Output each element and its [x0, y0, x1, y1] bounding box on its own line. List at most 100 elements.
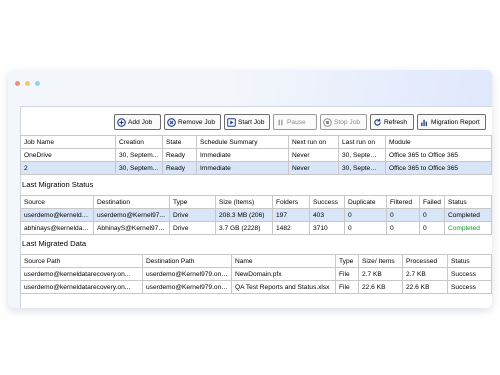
col-status[interactable]: Status — [444, 195, 492, 209]
remove-job-button[interactable]: Remove Job — [164, 114, 221, 130]
col-type[interactable]: Type — [169, 195, 216, 209]
migration-report-button[interactable]: Migration Report — [417, 114, 486, 130]
cell: Office 365 to Office 365 — [385, 148, 492, 162]
col-job-name[interactable]: Job Name — [20, 135, 116, 149]
add-job-label: Add Job — [128, 118, 153, 126]
cell: Never — [288, 148, 339, 162]
cell: 30, Septemb... — [338, 161, 386, 175]
cell: Office 365 to Office 365 — [385, 161, 492, 175]
col-state[interactable]: State — [162, 135, 197, 149]
cell: 197 — [272, 208, 310, 222]
col-creation[interactable]: Creation — [115, 135, 163, 149]
cell: Immediate — [196, 161, 289, 175]
col-duplicate[interactable]: Duplicate — [344, 195, 387, 209]
pause-icon — [276, 118, 285, 127]
cell: 0 — [344, 208, 387, 222]
jobs-header-row: Job Name Creation State Schedule Summary… — [20, 135, 492, 149]
data-header-row: Source Path Destination Path Name Type S… — [20, 254, 492, 268]
refresh-icon — [373, 118, 382, 127]
close-dot[interactable] — [15, 81, 20, 86]
cell: userdemo@Kernel979.onr... — [142, 280, 232, 294]
status-cell: Completed — [444, 208, 492, 222]
refresh-button[interactable]: Refresh — [370, 114, 414, 130]
cell: 22.6 KB — [402, 280, 448, 294]
cell: Ready — [162, 161, 197, 175]
table-row[interactable]: userdemo@kerneldatarecovery.on... userde… — [20, 267, 492, 281]
cell: 2.7 KB — [402, 267, 448, 281]
table-row[interactable]: 2 30, Septem... Ready Immediate Never 30… — [20, 161, 492, 175]
cell: 3710 — [309, 221, 345, 235]
stop-icon — [323, 117, 332, 127]
add-job-button[interactable]: Add Job — [114, 114, 161, 130]
cell: 30, Septem... — [115, 161, 163, 175]
cell: Never — [288, 161, 339, 175]
cell: AbhinayS@Kernel979... — [93, 221, 170, 235]
remove-job-label: Remove Job — [178, 118, 216, 126]
cell: Drive — [169, 208, 216, 222]
add-icon — [117, 117, 126, 127]
cell: 208.3 MB (206) — [215, 208, 273, 222]
cell: userdemo@kerneldatarecovery.on... — [20, 267, 143, 281]
col-name[interactable]: Name — [231, 254, 336, 268]
col-destination[interactable]: Destination — [93, 195, 170, 209]
col-source[interactable]: Source — [20, 195, 94, 209]
col-last-run[interactable]: Last run on — [338, 135, 386, 149]
maximize-dot[interactable] — [35, 81, 40, 86]
cell: Immediate — [196, 148, 289, 162]
cell: Ready — [162, 148, 197, 162]
last-migration-status-title: Last Migration Status — [22, 180, 94, 189]
cell: Success — [447, 280, 492, 294]
minimize-dot[interactable] — [25, 81, 30, 86]
col-status[interactable]: Status — [447, 254, 492, 268]
cell: NewDomain.pfx — [231, 267, 336, 281]
cell: 403 — [309, 208, 345, 222]
table-row[interactable]: userdemo@kerneldat... userdemo@Kernel97.… — [20, 208, 492, 222]
col-size-items[interactable]: Size/ Items — [358, 254, 403, 268]
migration-status-table: Source Destination Type Size (Items) Fol… — [20, 195, 492, 235]
cell: 0 — [386, 208, 420, 222]
app-window: Add Job Remove Job Start Job Pause Stop … — [8, 70, 492, 308]
cell: 30, Septemb... — [338, 148, 386, 162]
col-folders[interactable]: Folders — [272, 195, 310, 209]
table-row[interactable]: userdemo@kerneldatarecovery.on... userde… — [20, 280, 492, 294]
pause-label: Pause — [287, 118, 306, 126]
start-job-label: Start Job — [238, 118, 265, 126]
col-schedule-summary[interactable]: Schedule Summary — [196, 135, 289, 149]
col-size-items[interactable]: Size (Items) — [215, 195, 273, 209]
cell: QA Test Reports and Status.xlsx — [231, 280, 336, 294]
cell: Success — [447, 267, 492, 281]
cell: 22.6 KB — [358, 280, 403, 294]
cell: 0 — [344, 221, 387, 235]
cell: 2.7 KB — [358, 267, 403, 281]
refresh-label: Refresh — [384, 118, 408, 126]
cell: userdemo@kerneldatarecovery.on... — [20, 280, 143, 294]
table-row[interactable]: OneDrive 30, Septem... Ready Immediate N… — [20, 148, 492, 162]
stop-job-label: Stop Job — [334, 118, 361, 126]
col-processed[interactable]: Processed — [402, 254, 448, 268]
col-success[interactable]: Success — [309, 195, 345, 209]
migrated-data-table: Source Path Destination Path Name Type S… — [20, 254, 492, 294]
cell: File — [335, 267, 359, 281]
cell: 0 — [386, 221, 420, 235]
col-filtered[interactable]: Filtered — [386, 195, 420, 209]
cell: userdemo@Kernel97... — [93, 208, 170, 222]
col-module[interactable]: Module — [385, 135, 492, 149]
col-destination-path[interactable]: Destination Path — [142, 254, 232, 268]
start-job-button[interactable]: Start Job — [224, 114, 270, 130]
table-row[interactable]: abhinays@kerneldata... AbhinayS@Kernel97… — [20, 221, 492, 235]
stop-job-button[interactable]: Stop Job — [320, 114, 367, 130]
cell: Drive — [169, 221, 216, 235]
cell: 0 — [419, 208, 445, 222]
status-cell: Completed — [444, 221, 492, 235]
pause-button[interactable]: Pause — [273, 114, 317, 130]
col-source-path[interactable]: Source Path — [20, 254, 143, 268]
col-failed[interactable]: Failed — [419, 195, 445, 209]
col-type[interactable]: Type — [335, 254, 359, 268]
report-icon — [420, 118, 429, 127]
cell: 1482 — [272, 221, 310, 235]
cell: 2 — [20, 161, 116, 175]
jobs-table: Job Name Creation State Schedule Summary… — [20, 135, 492, 175]
col-next-run[interactable]: Next run on — [288, 135, 339, 149]
cell: File — [335, 280, 359, 294]
migration-report-label: Migration Report — [431, 118, 480, 126]
